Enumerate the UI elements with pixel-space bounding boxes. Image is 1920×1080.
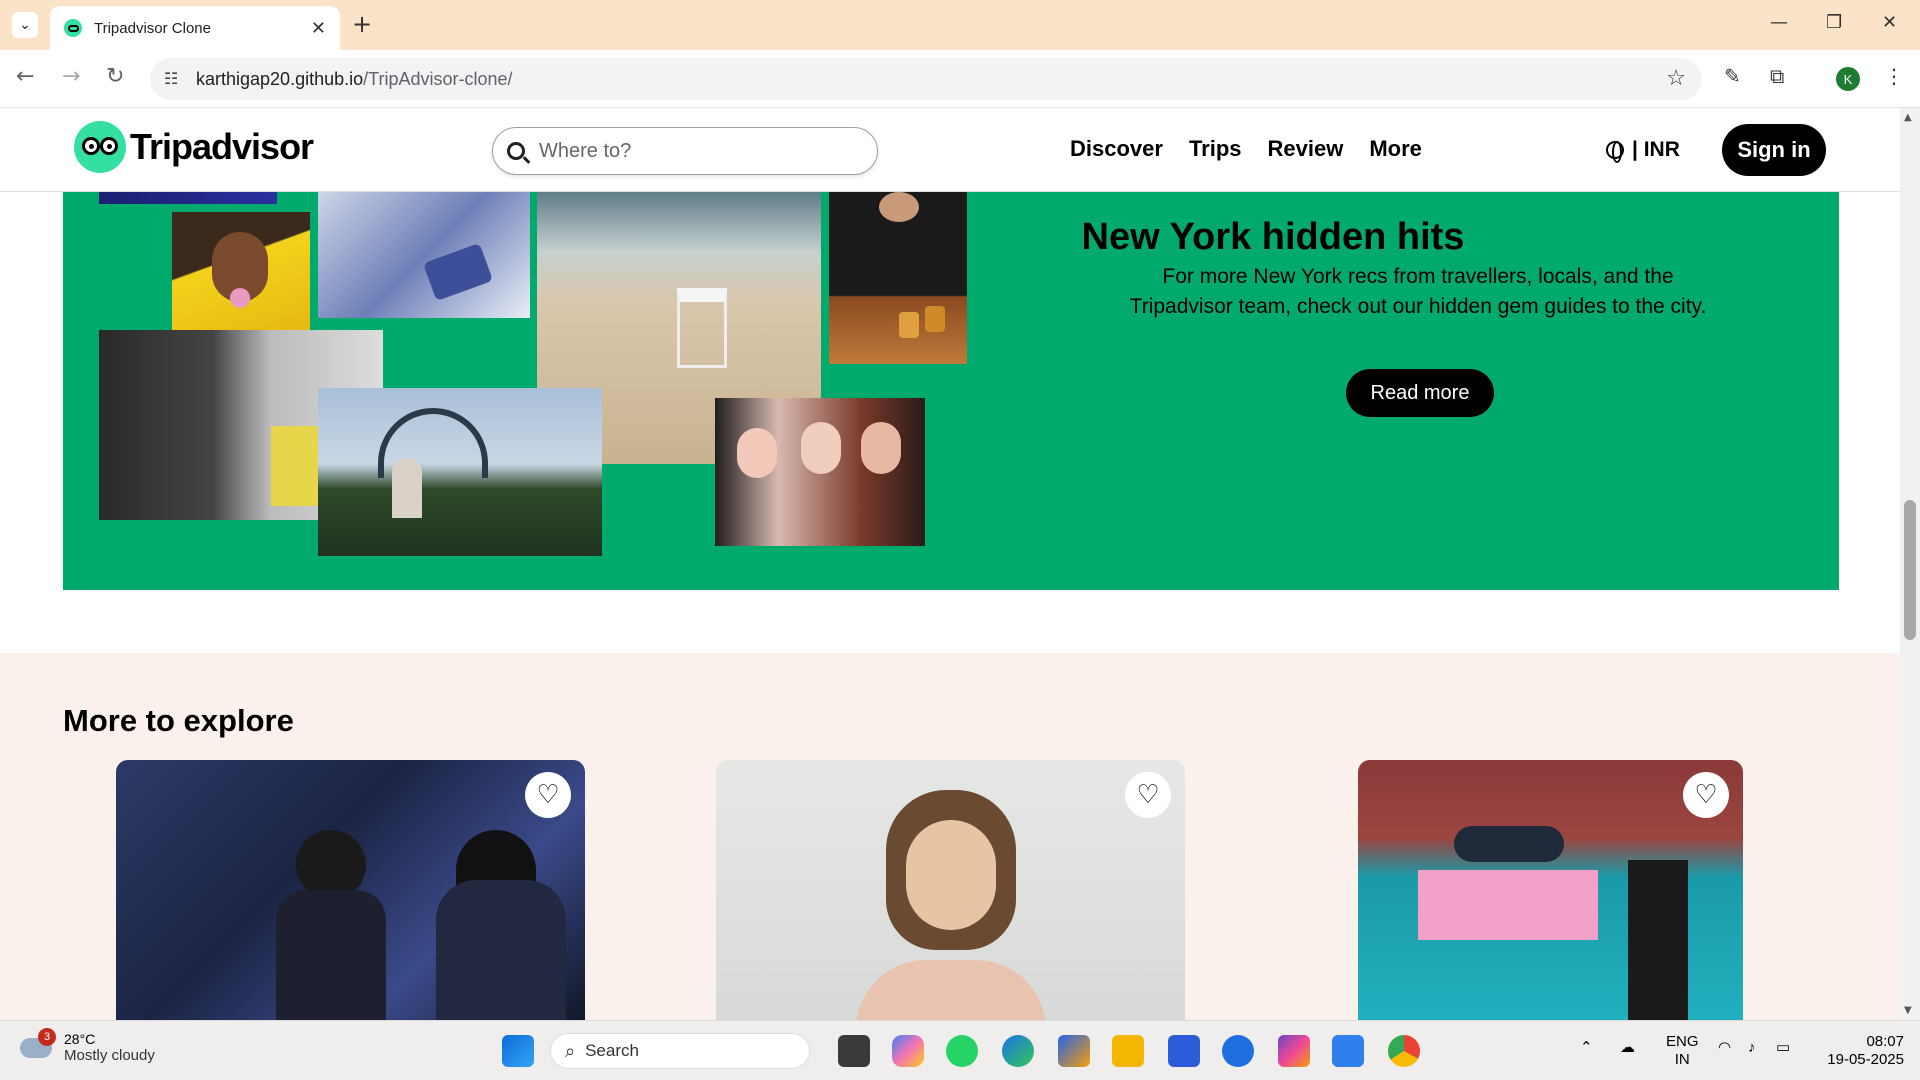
currency-selector[interactable]: | INR	[1606, 138, 1680, 163]
promo-title: New York hidden hits	[1081, 216, 1465, 258]
onedrive-offline-icon[interactable]: ☁	[1620, 1039, 1635, 1057]
show-hidden-icons-chevron-icon[interactable]: ⌃	[1580, 1039, 1593, 1057]
nav-more[interactable]: More	[1369, 136, 1422, 162]
windows-start-icon[interactable]	[502, 1035, 534, 1067]
section-title: More to explore	[63, 703, 294, 738]
cloud-icon: 3	[20, 1027, 56, 1058]
profile-avatar[interactable]: K	[1836, 67, 1860, 91]
edit-pen-icon[interactable]: ✎	[1724, 64, 1741, 88]
zoom-icon[interactable]	[1222, 1035, 1254, 1067]
volume-icon[interactable]: ♪	[1748, 1039, 1756, 1057]
scrollbar-thumb[interactable]	[1904, 500, 1916, 640]
file-explorer-icon[interactable]	[1112, 1035, 1144, 1067]
collage-photo-top	[99, 192, 277, 204]
explore-card-dessert-shop[interactable]: ♡	[1358, 760, 1743, 1020]
scroll-up-icon[interactable]: ▲	[1904, 112, 1912, 123]
weather-temperature: 28°C	[64, 1031, 96, 1047]
taskbar-search[interactable]: ⌕ Search	[550, 1033, 810, 1069]
browser-menu-icon[interactable]: ⋮	[1884, 64, 1904, 88]
whatsapp-icon[interactable]	[946, 1035, 978, 1067]
owl-logo-icon	[74, 121, 126, 173]
tab-search-button[interactable]: ⌄	[12, 12, 38, 38]
nav-discover[interactable]: Discover	[1070, 136, 1163, 162]
main-nav: Discover Trips Review More	[1070, 136, 1422, 162]
collage-photo-harbour-bridge	[318, 388, 602, 556]
logo-text: Tripadvisor	[130, 126, 314, 167]
browser-tab[interactable]: Tripadvisor Clone ✕	[50, 6, 340, 50]
search-icon	[507, 142, 525, 160]
wifi-icon[interactable]: ◠	[1718, 1039, 1731, 1057]
collage-photo-friends	[715, 398, 925, 546]
weather-description: Mostly cloudy	[64, 1047, 155, 1064]
promo-description: For more New York recs from travellers, …	[1129, 265, 1707, 318]
edge-browser-icon[interactable]	[1002, 1035, 1034, 1067]
collage-photo-graffiti	[318, 192, 530, 318]
collage-photo-drinks	[829, 192, 967, 364]
nav-trips[interactable]: Trips	[1189, 136, 1242, 162]
address-bar[interactable]: ☷ karthigap20.github.io/TripAdvisor-clon…	[150, 58, 1702, 100]
search-bar[interactable]	[492, 127, 878, 175]
currency-label: | INR	[1632, 138, 1680, 161]
nav-review[interactable]: Review	[1268, 136, 1344, 162]
notification-badge: 3	[38, 1027, 56, 1046]
reload-icon[interactable]: ↻	[106, 64, 124, 89]
tripadvisor-favicon-icon	[64, 19, 82, 37]
intellij-icon[interactable]	[1278, 1035, 1310, 1067]
minimize-window-button[interactable]: —	[1770, 12, 1788, 33]
sign-in-button[interactable]: Sign in	[1722, 124, 1826, 176]
battery-icon[interactable]: ▭	[1776, 1039, 1790, 1057]
restore-window-button[interactable]: ❐	[1826, 12, 1842, 33]
save-heart-icon[interactable]: ♡	[525, 772, 571, 818]
tripadvisor-logo[interactable]: Tripadvisor	[74, 121, 314, 173]
url-text: karthigap20.github.io/TripAdvisor-clone/	[196, 68, 513, 89]
site-info-icon[interactable]: ☷	[164, 69, 178, 88]
save-heart-icon[interactable]: ♡	[1125, 772, 1171, 818]
search-icon: ⌕	[565, 1040, 576, 1061]
copilot-icon[interactable]	[892, 1035, 924, 1067]
back-arrow-icon[interactable]: ←	[16, 64, 34, 89]
read-more-button[interactable]: Read more	[1346, 369, 1494, 417]
page-scrollbar[interactable]: ▲ ▼	[1900, 108, 1920, 1020]
teams-icon[interactable]	[1168, 1035, 1200, 1067]
save-heart-icon[interactable]: ♡	[1683, 772, 1729, 818]
extensions-puzzle-icon[interactable]: ⧉	[1770, 64, 1784, 88]
task-view-icon[interactable]	[838, 1035, 870, 1067]
tab-title: Tripadvisor Clone	[94, 19, 211, 37]
clock-time: 08:07	[1866, 1033, 1904, 1050]
page-viewport: Tripadvisor Discover Trips Review More |…	[0, 108, 1900, 1020]
promo-banner: New York hidden hits For more New York r…	[63, 192, 1839, 590]
windows-taskbar: 3 28°C Mostly cloudy ⌕ Search ⌃ ☁ ENG IN…	[0, 1020, 1920, 1080]
clock[interactable]: 08:07 19-05-2025	[1814, 1033, 1904, 1069]
scroll-down-icon[interactable]: ▼	[1904, 1005, 1912, 1016]
new-tab-button[interactable]: +	[352, 10, 372, 38]
bookmark-star-icon[interactable]: ☆	[1666, 66, 1686, 91]
language-indicator[interactable]: ENG IN	[1666, 1033, 1699, 1069]
search-input[interactable]	[539, 139, 839, 163]
site-header: Tripadvisor Discover Trips Review More |…	[0, 108, 1900, 192]
browser-toolbar: ← → ↻ ☷ karthigap20.github.io/TripAdviso…	[0, 50, 1920, 108]
clock-date: 19-05-2025	[1827, 1051, 1904, 1068]
microsoft-store-icon[interactable]	[1058, 1035, 1090, 1067]
explore-card-live-music[interactable]: ♡	[116, 760, 585, 1020]
weather-widget[interactable]: 3 28°C Mostly cloudy	[20, 1027, 155, 1064]
close-tab-icon[interactable]: ✕	[311, 18, 326, 39]
browser-tab-strip: ⌄ Tripadvisor Clone ✕ + — ❐ ✕	[0, 0, 1920, 50]
forward-arrow-icon[interactable]: →	[62, 64, 80, 89]
globe-icon	[1606, 141, 1624, 163]
taskbar-search-label: Search	[585, 1041, 639, 1060]
more-to-explore-section: More to explore ♡ ♡ ♡	[0, 653, 1900, 1020]
close-window-button[interactable]: ✕	[1882, 12, 1897, 33]
chrome-icon[interactable]	[1388, 1035, 1420, 1067]
explore-card-portrait[interactable]: ♡	[716, 760, 1185, 1020]
vscode-icon[interactable]	[1332, 1035, 1364, 1067]
